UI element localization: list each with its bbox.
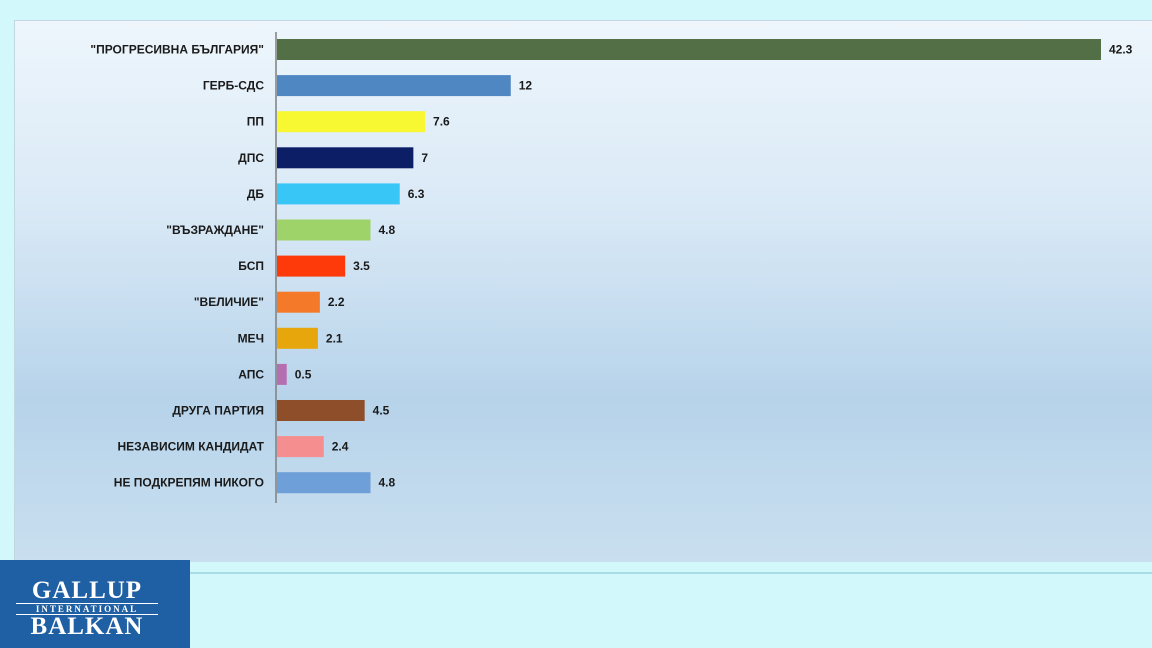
category-label: ПП <box>247 115 264 129</box>
category-label: "ПРОГРЕСИВНА БЪЛГАРИЯ" <box>90 43 264 57</box>
bar <box>277 472 371 494</box>
bar <box>277 39 1101 60</box>
bar <box>277 147 414 169</box>
value-label: 3.5 <box>353 259 370 273</box>
category-label: "ВЕЛИЧИЕ" <box>194 295 264 309</box>
bar-chart: "ПРОГРЕСИВНА БЪЛГАРИЯ" 42.3 ГЕРБ-СДС 12 ПП 7.… <box>90 32 1133 503</box>
value-label: 4.5 <box>373 404 390 418</box>
value-label: 2.2 <box>328 295 345 309</box>
category-label: ДРУГА ПАРТИЯ <box>172 404 264 418</box>
bar <box>277 363 287 385</box>
category-label: НЕ ПОДКРЕПЯМ НИКОГО <box>114 476 264 490</box>
value-label: 42.3 <box>1109 43 1133 57</box>
bar <box>277 111 426 133</box>
category-label: БСП <box>238 259 264 273</box>
value-label: 0.5 <box>295 367 312 381</box>
logo-text-top: GALLUP <box>31 577 143 604</box>
value-label: 4.8 <box>379 476 396 490</box>
bar <box>277 183 400 205</box>
logo-text-bottom: BALKAN <box>30 613 144 640</box>
value-label: 4.8 <box>379 223 396 237</box>
category-label: ДПС <box>238 151 264 165</box>
value-label: 7 <box>421 151 428 165</box>
bar <box>277 75 511 97</box>
value-label: 12 <box>519 79 533 93</box>
category-label: МЕЧ <box>238 331 264 345</box>
bar <box>277 400 365 421</box>
bar <box>277 436 324 458</box>
category-label: "ВЪЗРАЖДАНЕ" <box>166 223 264 237</box>
bar <box>277 327 318 349</box>
value-label: 6.3 <box>408 187 425 201</box>
category-label: НЕЗАВИСИМ КАНДИДАТ <box>117 440 264 454</box>
value-label: 2.1 <box>326 331 343 345</box>
value-label: 7.6 <box>433 115 450 129</box>
category-label: АПС <box>238 367 264 381</box>
category-label: ДБ <box>247 187 265 201</box>
bar <box>277 255 346 277</box>
bar <box>277 291 320 313</box>
gallup-logo: GALLUP INTERNATIONAL BALKAN <box>0 560 190 648</box>
value-label: 2.4 <box>332 440 349 454</box>
bar <box>277 219 371 241</box>
category-label: ГЕРБ-СДС <box>203 79 264 93</box>
